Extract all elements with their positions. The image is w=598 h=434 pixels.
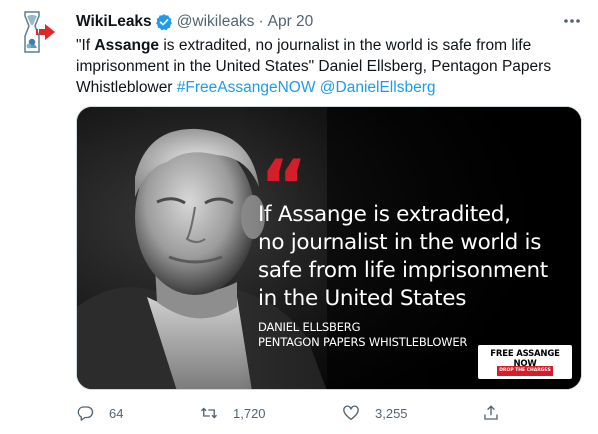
more-dots-icon [564,19,580,23]
media-credit-name: DANIEL ELLSBERG [258,320,361,334]
media-quote-line-2: no journalist in the world is [258,230,542,255]
tweet-text: "If Assange is extradited, no journalist… [76,35,576,98]
retweet-icon [201,407,217,419]
media-quote-line-1: If Assange is extradited, [258,202,511,227]
tweet-text-bold: Assange [94,37,160,54]
wikileaks-logo-icon [12,8,60,56]
tweet-date[interactable]: Apr 20 [268,13,314,31]
like-icon [343,405,359,421]
author-name[interactable]: WikiLeaks [76,13,152,31]
free-assange-badge: FREE ASSANGE NOW DROP THE CHARGES [478,345,572,379]
header-separator: · [258,13,264,30]
share-icon [484,405,498,420]
verified-badge-icon [155,14,172,31]
tweet-text-open: "If [76,37,95,54]
author-handle[interactable]: @wikileaks [177,13,255,31]
media-credit-title: PENTAGON PAPERS WHISTLEBLOWER [258,335,468,349]
mention-link[interactable]: @DanielEllsberg [320,79,436,96]
share-button[interactable] [482,399,500,427]
reply-icon [77,406,94,421]
reply-button[interactable]: 64 [76,399,123,427]
tweet[interactable]: WikiLeaks @wikileaks · Apr 20 "If Assang… [0,0,598,434]
hashtag-link[interactable]: #FreeAssangeNOW [177,79,316,96]
tweet-header: WikiLeaks @wikileaks · Apr 20 [76,11,313,33]
more-options-button[interactable] [560,10,584,32]
reply-count: 64 [109,405,124,421]
tweet-actions: 64 1,720 3,255 [76,399,586,427]
like-button[interactable]: 3,255 [342,399,408,427]
badge-subtitle: DROP THE CHARGES [497,366,553,376]
media-quote-line-3: safe from life imprisonment [258,258,548,283]
media-quote-line-4: in the United States [258,286,467,311]
avatar[interactable] [12,8,60,56]
like-count: 3,255 [375,405,408,421]
retweet-count: 1,720 [233,405,266,421]
retweet-button[interactable]: 1,720 [200,399,266,427]
